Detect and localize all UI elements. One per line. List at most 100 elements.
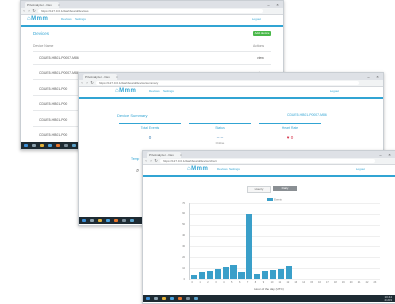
column-header-name: Device Name <box>33 44 54 48</box>
chart-bar[interactable] <box>277 269 285 279</box>
chart-bar[interactable] <box>190 274 198 279</box>
y-tick-label: 40 <box>182 234 185 238</box>
x-tick-label: 19 <box>341 281 345 284</box>
chart-gridline <box>190 235 380 237</box>
minimize-icon[interactable]: – <box>378 152 383 157</box>
section-title: Device Summary <box>117 113 148 118</box>
firefox-icon[interactable] <box>178 297 182 300</box>
chart-gridline <box>190 224 380 226</box>
chart-legend: Events <box>267 197 282 202</box>
browser-icon[interactable] <box>106 219 110 222</box>
minimize-icon[interactable]: – <box>366 74 371 79</box>
device-row-name[interactable]: CDUE5-HB01-P00 <box>39 118 67 122</box>
app-icon[interactable] <box>186 297 190 300</box>
tab-bar: PrivAnalyzer - Dev × – × <box>79 73 383 80</box>
app-icon[interactable] <box>130 219 134 222</box>
chart-bar[interactable] <box>238 272 245 279</box>
y-tick-label: 50 <box>182 223 185 227</box>
app-icon[interactable] <box>122 219 126 222</box>
chart-gridline <box>190 279 380 280</box>
taskbar-clock[interactable]: 10:44 21/03 <box>384 296 392 302</box>
search-icon[interactable] <box>32 144 36 147</box>
device-row-name[interactable]: CDUE5-HB01-P00 <box>39 133 67 137</box>
x-tick-label: 9 <box>262 281 265 284</box>
app-logo[interactable]: ⌂Mmm <box>115 88 136 95</box>
menu-item-settings[interactable]: Settings <box>75 15 86 24</box>
x-tick-label: 7 <box>246 281 249 284</box>
x-tick-label: 22 <box>365 281 369 284</box>
add-device-button[interactable]: Add device <box>253 31 271 36</box>
card-subtext: Online <box>215 141 225 145</box>
chart-bar[interactable] <box>254 273 261 279</box>
device-row-name[interactable]: CDUE5-HB01-P0007-M86 <box>39 71 79 75</box>
x-tick-label: 1 <box>199 281 201 284</box>
app-logo[interactable]: ⌂Mmm <box>187 166 208 173</box>
menu-item-settings[interactable]: Settings <box>163 87 174 96</box>
folder-icon[interactable] <box>98 219 102 222</box>
app-icon[interactable] <box>72 144 76 147</box>
search-icon[interactable] <box>90 219 94 222</box>
chart-bar[interactable] <box>214 269 221 279</box>
chart-bar[interactable] <box>270 270 277 279</box>
browser-icon[interactable] <box>48 144 52 147</box>
menu-item-devices[interactable]: Devices <box>149 87 160 96</box>
menu-item-logout[interactable]: Logout <box>330 87 339 96</box>
close-window-icon[interactable]: × <box>375 74 380 79</box>
search-icon[interactable] <box>154 297 158 300</box>
chart-x-axis: 0 1 2 3 4 5 6 7 8 9 10 11 12 13 14 15 16 17 18 19 20 21 22 23 <box>189 281 379 285</box>
chart-bar[interactable] <box>285 265 293 279</box>
firefox-icon[interactable] <box>56 144 60 147</box>
forward-icon[interactable]: › <box>27 8 31 14</box>
chart-bar[interactable] <box>262 271 269 279</box>
firefox-icon[interactable] <box>114 219 118 222</box>
y-tick-label: 10 <box>182 266 185 270</box>
y-tick-label: 60 <box>182 212 185 216</box>
close-window-icon[interactable]: × <box>275 2 280 7</box>
url-field[interactable]: https://127.0.0.1/dashboard/device/chart <box>160 159 375 163</box>
back-icon[interactable]: ‹ <box>22 8 26 14</box>
device-row-name[interactable]: CDUE5-HB01-P00 <box>39 87 67 91</box>
forward-icon[interactable]: › <box>149 158 153 164</box>
app-header: ⌂Mmm Devices Settings Logout <box>21 15 283 24</box>
folder-icon[interactable] <box>162 297 166 300</box>
back-icon[interactable]: ‹ <box>144 158 148 164</box>
reload-icon[interactable]: ↻ <box>32 8 36 14</box>
app-icon[interactable] <box>64 144 68 147</box>
device-row-action[interactable]: view <box>257 56 264 60</box>
chart-bar[interactable] <box>206 271 213 279</box>
reload-icon[interactable]: ↻ <box>154 158 158 164</box>
menu-item-devices[interactable]: Devices <box>61 15 72 24</box>
folder-icon[interactable] <box>40 144 44 147</box>
start-icon[interactable] <box>82 219 86 222</box>
device-row-name[interactable]: CDUE5-HB01-P0007-M86 <box>39 56 79 60</box>
start-icon[interactable] <box>24 144 28 147</box>
chart-bar[interactable] <box>222 267 229 279</box>
toggle-daily-button[interactable]: Daily <box>273 186 297 191</box>
x-tick-label: 10 <box>270 281 274 284</box>
start-icon[interactable] <box>146 297 150 300</box>
toggle-hourly-button[interactable]: Hourly <box>247 186 271 193</box>
browser-icon[interactable] <box>170 297 174 300</box>
reload-icon[interactable]: ↻ <box>90 80 94 86</box>
app-logo[interactable]: ⌂Mmm <box>27 16 48 23</box>
back-icon[interactable]: ‹ <box>80 80 84 86</box>
menu-item-logout[interactable]: Logout <box>252 15 261 24</box>
temperature-label: Temp <box>131 157 140 161</box>
chart-bar[interactable] <box>198 272 205 279</box>
x-tick-label: 12 <box>286 281 290 284</box>
close-window-icon[interactable]: × <box>387 152 392 157</box>
menu-item-logout[interactable]: Logout <box>356 165 365 174</box>
chart-bar[interactable] <box>246 213 253 279</box>
device-row-name[interactable]: CDUE5-HB01-P00 <box>39 102 67 106</box>
minimize-icon[interactable]: – <box>266 2 271 7</box>
x-tick-label: 6 <box>238 281 241 284</box>
menu-item-devices[interactable]: Devices <box>217 165 228 174</box>
url-field[interactable]: https://127.0.0.1/dashboard/devices <box>38 9 263 13</box>
forward-icon[interactable]: › <box>85 80 89 86</box>
card-title: Status <box>215 126 225 130</box>
app-icon[interactable] <box>194 297 198 300</box>
chart-bar[interactable] <box>230 264 237 279</box>
url-field[interactable]: https://127.0.0.1/dashboard/device/summa… <box>96 81 359 85</box>
menu-item-settings[interactable]: Settings <box>229 165 240 174</box>
chart-x-axis-title: Hour of the day (UTC) <box>254 287 284 291</box>
